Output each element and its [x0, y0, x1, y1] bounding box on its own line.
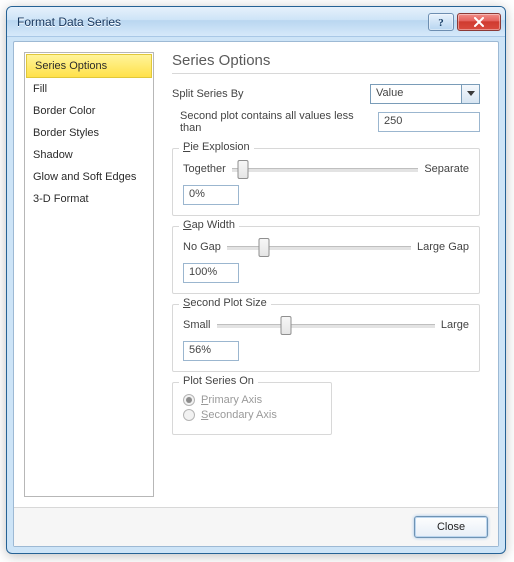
category-sidebar: Series Options Fill Border Color Border … [24, 52, 154, 497]
sidebar-item-3d-format[interactable]: 3-D Format [25, 188, 153, 210]
main-panel: Series Options Split Series By Value Sec… [154, 42, 498, 507]
divider [172, 73, 480, 74]
pie-explosion-slider[interactable] [232, 161, 419, 177]
secondary-axis-radio: Secondary Axis [183, 409, 321, 421]
second-plot-size-slider[interactable] [217, 317, 435, 333]
input-value: 250 [384, 115, 402, 127]
sidebar-item-fill[interactable]: Fill [25, 78, 153, 100]
second-plot-size-max-label: Large [441, 319, 469, 331]
gap-width-min-label: No Gap [183, 241, 221, 253]
gap-width-max-label: Large Gap [417, 241, 469, 253]
dialog-window: Format Data Series ? Series Options Fill… [6, 6, 506, 554]
slider-thumb[interactable] [281, 316, 292, 335]
sidebar-item-label: Border Styles [33, 127, 99, 139]
button-label: Close [437, 521, 465, 533]
sidebar-item-label: Glow and Soft Edges [33, 171, 136, 183]
split-by-label: Split Series By [172, 88, 244, 100]
split-by-combo[interactable]: Value [370, 84, 480, 104]
second-plot-size-legend: Second Plot Size [179, 297, 271, 309]
gap-width-value-input[interactable]: 100% [183, 263, 239, 283]
sidebar-item-border-styles[interactable]: Border Styles [25, 122, 153, 144]
input-value: 100% [189, 266, 217, 278]
second-plot-contains-label: Second plot contains all values less tha… [172, 110, 362, 134]
split-by-value: Value [371, 85, 461, 103]
plot-series-on-legend: Plot Series On [179, 375, 258, 387]
primary-axis-radio: Primary Axis [183, 394, 321, 406]
pie-explosion-min-label: Together [183, 163, 226, 175]
second-plot-size-min-label: Small [183, 319, 211, 331]
gap-width-slider[interactable] [227, 239, 411, 255]
input-value: 0% [189, 188, 205, 200]
sidebar-item-series-options[interactable]: Series Options [26, 54, 152, 78]
titlebar[interactable]: Format Data Series ? [7, 7, 505, 37]
radio-icon [183, 394, 195, 406]
pie-explosion-legend: Pie Explosion [179, 141, 254, 153]
close-window-button[interactable] [457, 13, 501, 31]
help-icon: ? [436, 16, 446, 28]
second-plot-value-input[interactable]: 250 [378, 112, 480, 132]
sidebar-item-label: Series Options [35, 60, 107, 72]
close-button[interactable]: Close [414, 516, 488, 538]
window-title: Format Data Series [17, 15, 425, 29]
sidebar-item-label: 3-D Format [33, 193, 89, 205]
pie-explosion-max-label: Separate [424, 163, 469, 175]
help-button[interactable]: ? [428, 13, 454, 31]
chevron-down-icon [467, 91, 475, 97]
second-plot-size-value-input[interactable]: 56% [183, 341, 239, 361]
dialog-footer: Close [14, 507, 498, 546]
sidebar-item-shadow[interactable]: Shadow [25, 144, 153, 166]
radio-icon [183, 409, 195, 421]
pie-explosion-value-input[interactable]: 0% [183, 185, 239, 205]
close-icon [472, 17, 486, 27]
sidebar-item-label: Shadow [33, 149, 73, 161]
input-value: 56% [189, 344, 211, 356]
svg-text:?: ? [438, 17, 444, 28]
sidebar-item-border-color[interactable]: Border Color [25, 100, 153, 122]
sidebar-item-label: Fill [33, 83, 47, 95]
plot-series-on-group: Plot Series On Primary Axis Secondary Ax… [172, 382, 332, 435]
second-plot-size-group: Second Plot Size Small Large 56% [172, 304, 480, 372]
slider-thumb[interactable] [238, 160, 249, 179]
sidebar-item-glow[interactable]: Glow and Soft Edges [25, 166, 153, 188]
combo-dropdown-button[interactable] [461, 85, 479, 103]
client-area: Series Options Fill Border Color Border … [13, 41, 499, 547]
pie-explosion-group: Pie Explosion Together Separate 0% [172, 148, 480, 216]
sidebar-item-label: Border Color [33, 105, 95, 117]
panel-heading: Series Options [172, 52, 480, 69]
slider-thumb[interactable] [258, 238, 269, 257]
gap-width-legend: Gap Width [179, 219, 239, 231]
gap-width-group: Gap Width No Gap Large Gap 100% [172, 226, 480, 294]
